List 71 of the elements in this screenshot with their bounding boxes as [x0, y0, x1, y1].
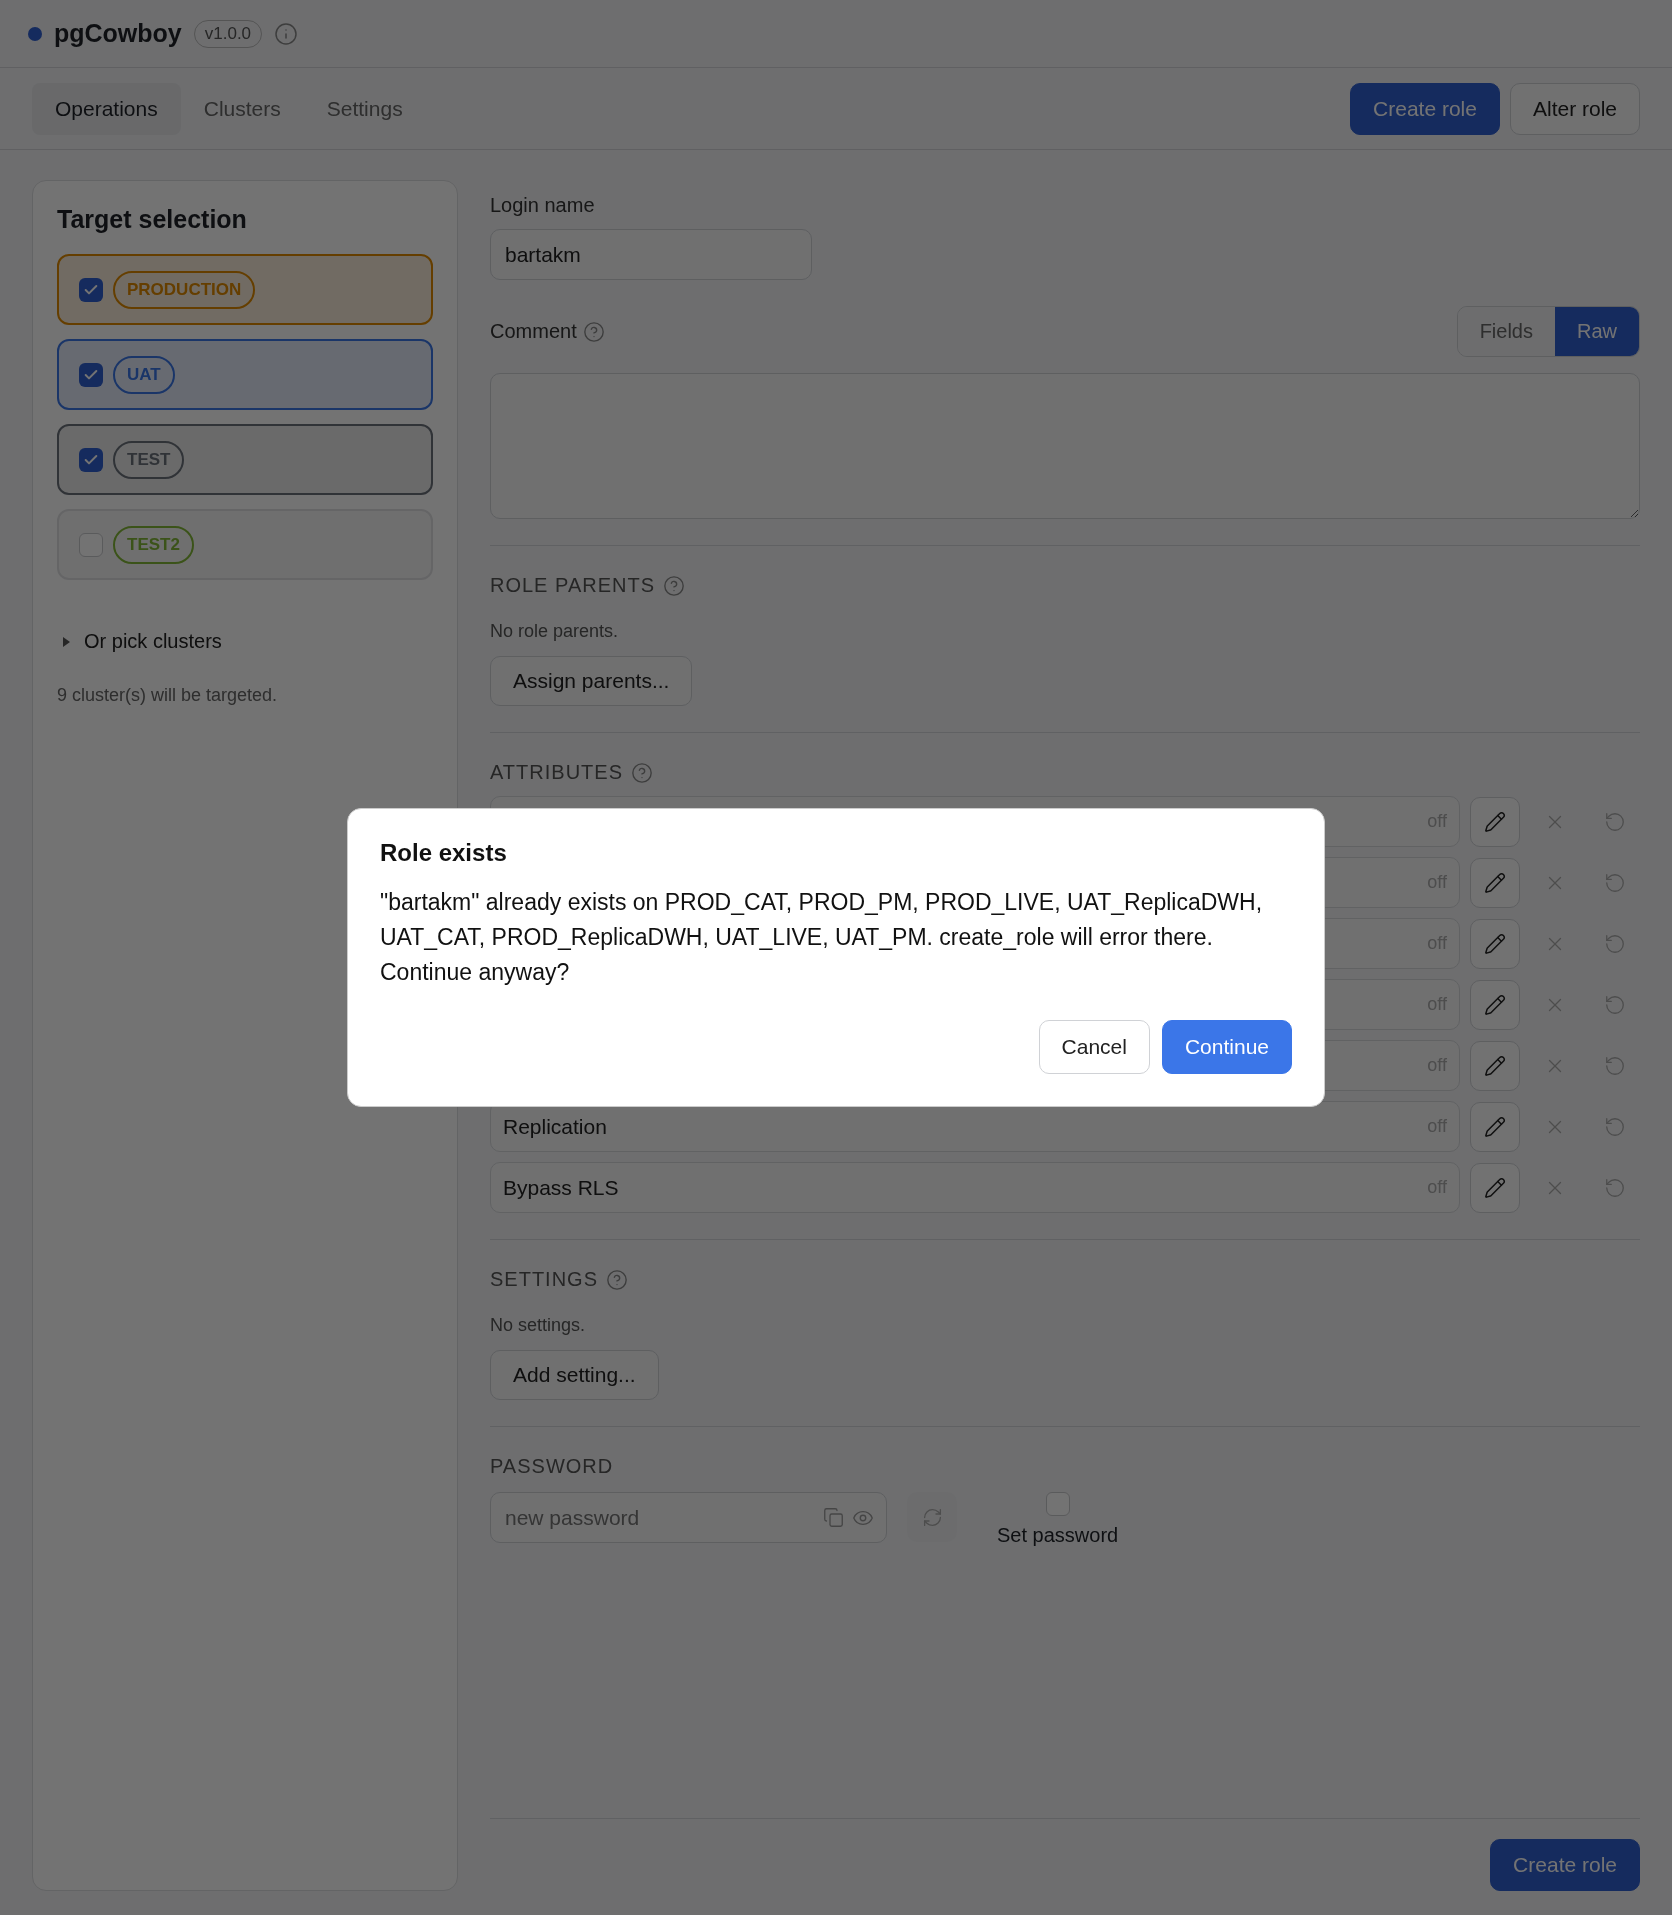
undo-icon [1604, 871, 1626, 894]
environment-tag: TEST [113, 440, 185, 479]
edit-button[interactable] [1470, 857, 1520, 908]
comment-field[interactable] [490, 373, 1640, 519]
login-name-field[interactable]: bartakm [490, 229, 812, 280]
pencil-icon [1484, 810, 1506, 833]
empty-message: No role parents. [490, 621, 620, 642]
primary-button[interactable]: Create role [1350, 82, 1500, 135]
status-dot-icon [28, 26, 42, 41]
edit-button[interactable] [1470, 1101, 1520, 1152]
section-heading: PASSWORD [490, 1455, 615, 1478]
checkbox[interactable] [79, 362, 103, 387]
disclosure-label: Or pick clusters [84, 630, 222, 653]
edit-button[interactable] [1470, 1040, 1520, 1091]
disclosure-toggle[interactable]: Or pick clusters [57, 630, 433, 653]
environment-tag: UAT [113, 355, 175, 394]
section-heading: ROLE PARENTS [490, 574, 1640, 597]
pencil-icon [1484, 932, 1506, 955]
field-label: Login name [490, 194, 596, 217]
edit-button[interactable] [1470, 796, 1520, 847]
edit-button[interactable] [1470, 1162, 1520, 1213]
section-heading: ATTRIBUTES [490, 761, 1640, 784]
cancel-button[interactable]: Cancel [1038, 1020, 1150, 1074]
pencil-icon [1484, 1176, 1506, 1199]
target-summary: 9 cluster(s) will be targeted. [57, 685, 279, 706]
field-label: Comment [490, 320, 577, 343]
section-heading: SETTINGS [490, 1268, 1640, 1291]
pencil-icon [1484, 1054, 1506, 1077]
password-input[interactable]: new password [491, 1505, 815, 1530]
pencil-icon [1484, 1115, 1506, 1138]
checkbox[interactable] [79, 447, 103, 472]
checkbox[interactable] [79, 277, 103, 302]
help-icon[interactable] [606, 1268, 628, 1291]
pencil-icon [1484, 993, 1506, 1016]
password-field[interactable]: new password [490, 1492, 887, 1543]
add-setting-button[interactable]: Add setting... [490, 1350, 659, 1400]
checkbox[interactable] [79, 532, 103, 557]
refresh-icon [921, 1506, 943, 1528]
app-name: pgCowboy [54, 19, 182, 48]
info-icon[interactable] [274, 21, 299, 46]
empty-message: No settings. [490, 1315, 587, 1336]
checkbox[interactable] [1045, 1492, 1070, 1516]
undo-icon [1604, 1054, 1626, 1077]
assign-parents-button[interactable]: Assign parents... [490, 656, 693, 706]
help-icon[interactable] [663, 574, 685, 597]
edit-button[interactable] [1470, 979, 1520, 1030]
nav-tab[interactable]: Clusters [180, 82, 304, 135]
sidebar-title: Target selection [57, 205, 248, 234]
undo-icon [1604, 810, 1626, 833]
undo-icon [1604, 993, 1626, 1016]
copy-icon[interactable] [823, 1507, 844, 1528]
dialog-title: Role exists [380, 839, 508, 867]
mode-toggle[interactable]: Raw [1555, 307, 1639, 356]
attribute-label: Replication [503, 1114, 607, 1139]
undo-icon [1604, 1115, 1626, 1138]
pencil-icon [1484, 871, 1506, 894]
attribute-label: Bypass RLS [503, 1175, 619, 1200]
secondary-button[interactable]: Alter role [1509, 82, 1640, 135]
edit-button[interactable] [1470, 918, 1520, 969]
help-icon[interactable] [582, 320, 605, 343]
create-role-button[interactable]: Create role [1490, 1839, 1640, 1891]
help-icon[interactable] [630, 761, 653, 784]
checkbox-label: Set password [997, 1524, 1119, 1547]
nav-tab[interactable]: Operations [32, 82, 181, 135]
undo-icon [1604, 1176, 1626, 1199]
nav-tab[interactable]: Settings [303, 82, 426, 135]
dialog-message: "bartakm" already exists on PROD_CAT, PROD_PM, PROD_LIVE, UAT_ReplicaDWH, UAT_CAT, PROD_ReplicaDWH, UAT_LIVE, UAT_PM. create_role will error there. Continue anyway? [380, 888, 1264, 987]
environment-tag: TEST2 [113, 525, 194, 564]
environment-tag: PRODUCTION [113, 270, 256, 309]
continue-button[interactable]: Continue [1161, 1020, 1292, 1074]
undo-icon [1604, 932, 1626, 955]
